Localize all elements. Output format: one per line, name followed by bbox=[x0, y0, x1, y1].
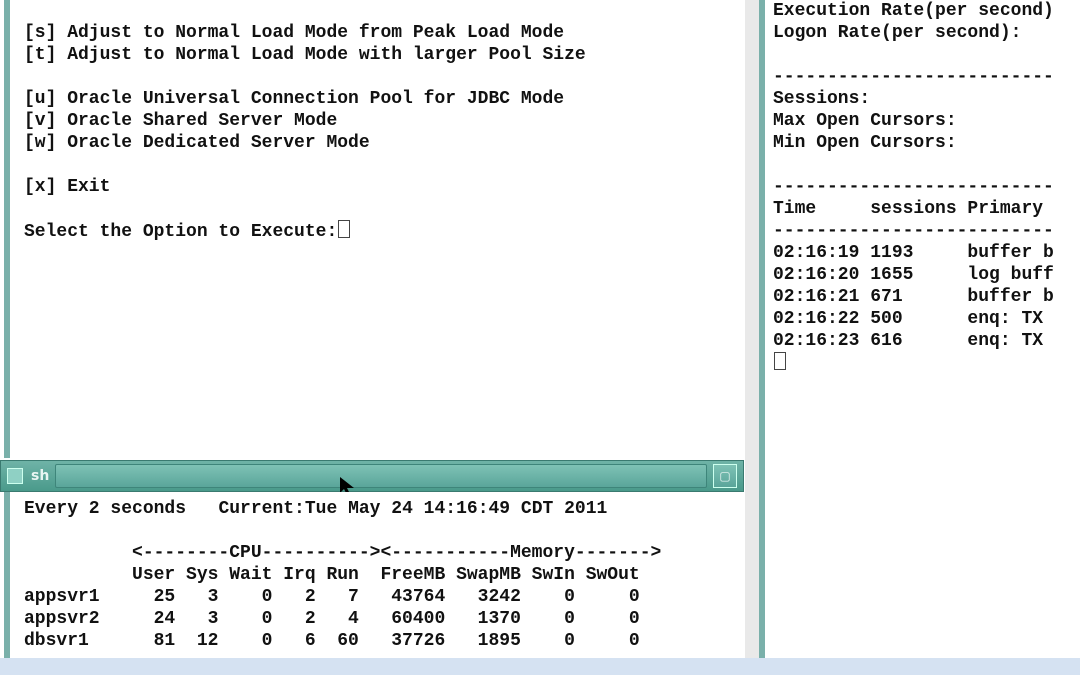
logon-rate-label: Logon Rate(per second): bbox=[773, 23, 1021, 43]
opt-t: [t] Adjust to Normal Load Mode with larg… bbox=[24, 45, 586, 65]
cursor-icon-2 bbox=[774, 352, 786, 370]
stats-rows: appsvr1 25 3 0 2 7 43764 3242 0 0 appsvr… bbox=[24, 587, 640, 651]
screen: [s] Adjust to Normal Load Mode from Peak… bbox=[0, 0, 1080, 675]
menu-terminal[interactable]: [s] Adjust to Normal Load Mode from Peak… bbox=[4, 0, 740, 458]
left-pane: [s] Adjust to Normal Load Mode from Peak… bbox=[0, 0, 745, 675]
sessions-label: Sessions: bbox=[773, 89, 870, 109]
right-table-header: Time sessions Primary bbox=[773, 199, 1043, 219]
stats-interval: Every 2 seconds bbox=[24, 499, 186, 519]
stats-current-time: Tue May 24 14:16:49 CDT 2011 bbox=[305, 499, 607, 519]
stats-terminal[interactable]: Every 2 seconds Current:Tue May 24 14:16… bbox=[4, 492, 744, 662]
cursor-icon bbox=[338, 220, 350, 238]
maximize-icon[interactable]: ▢ bbox=[713, 464, 737, 488]
separator-dashes: -------------------------- bbox=[773, 67, 1054, 87]
titlebar-label: sh bbox=[31, 468, 49, 484]
exec-rate-label: Execution Rate(per second) bbox=[773, 1, 1054, 21]
window-menu-icon[interactable] bbox=[7, 468, 23, 484]
stats-sections: <--------CPU----------><-----------Memor… bbox=[24, 543, 661, 563]
separator-dashes-3: -------------------------- bbox=[773, 221, 1054, 241]
opt-u: [u] Oracle Universal Connection Pool for… bbox=[24, 89, 564, 109]
prompt-label: Select the Option to Execute: bbox=[24, 222, 337, 242]
terminal-titlebar[interactable]: sh ▢ bbox=[0, 460, 744, 492]
right-table-rows: 02:16:19 1193 buffer b 02:16:20 1655 log… bbox=[773, 243, 1054, 351]
pane-divider[interactable] bbox=[745, 0, 759, 660]
titlebar-track[interactable] bbox=[55, 464, 707, 488]
right-pane: Execution Rate(per second) Logon Rate(pe… bbox=[745, 0, 1080, 660]
right-terminal[interactable]: Execution Rate(per second) Logon Rate(pe… bbox=[759, 0, 1080, 660]
stats-current-label: Current: bbox=[218, 499, 304, 519]
opt-w: [w] Oracle Dedicated Server Mode bbox=[24, 133, 370, 153]
opt-v: [v] Oracle Shared Server Mode bbox=[24, 111, 337, 131]
stats-header: User Sys Wait Irq Run FreeMB SwapMB SwIn… bbox=[24, 565, 640, 585]
max-cursors-label: Max Open Cursors: bbox=[773, 111, 957, 131]
opt-x: [x] Exit bbox=[24, 177, 110, 197]
min-cursors-label: Min Open Cursors: bbox=[773, 133, 957, 153]
menu-text: [s] Adjust to Normal Load Mode from Peak… bbox=[10, 0, 740, 265]
separator-dashes-2: -------------------------- bbox=[773, 177, 1054, 197]
bottom-band bbox=[0, 658, 1080, 675]
opt-s: [s] Adjust to Normal Load Mode from Peak… bbox=[24, 23, 564, 43]
